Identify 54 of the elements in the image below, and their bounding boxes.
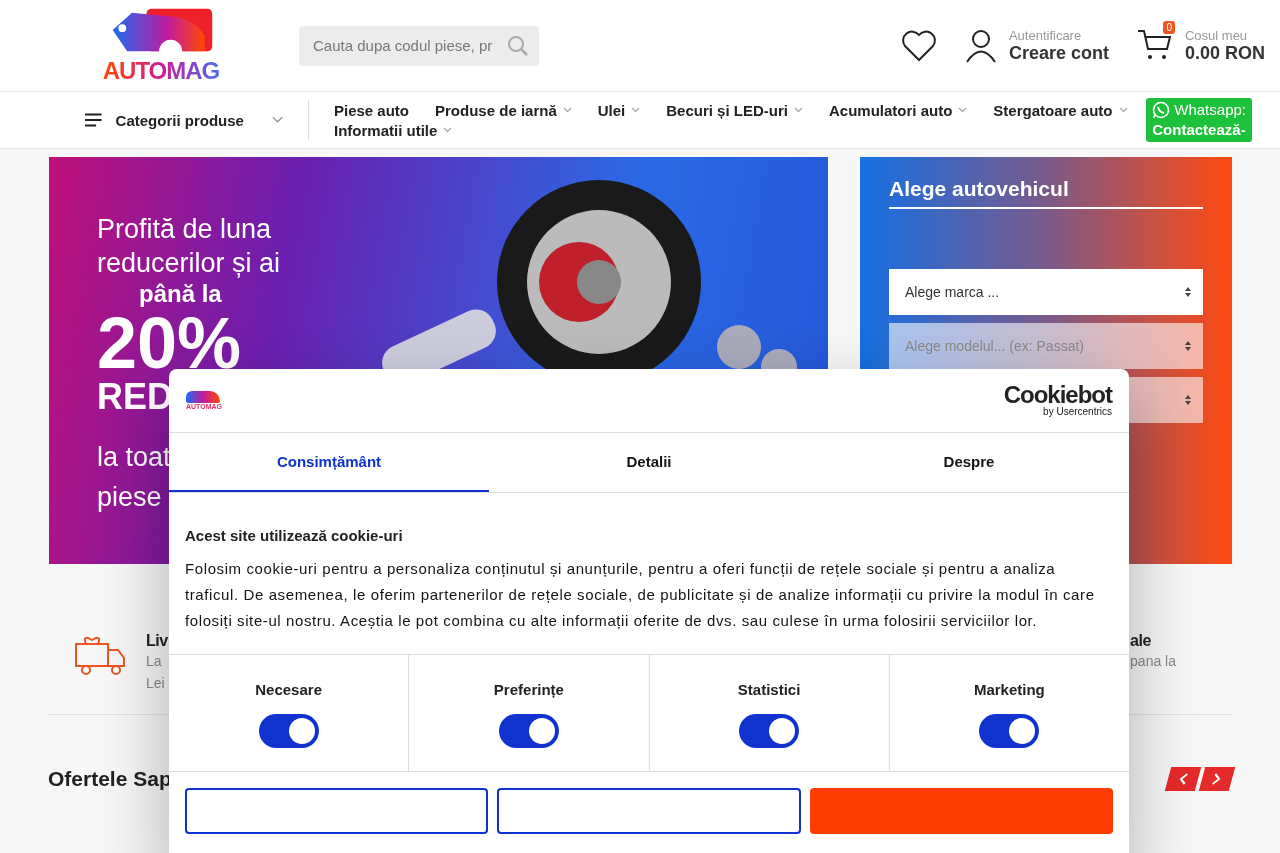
chevron-down-icon bbox=[271, 116, 283, 124]
dialog-tab[interactable]: Consimțământ bbox=[169, 433, 489, 492]
menu-icon bbox=[85, 113, 102, 127]
consent-button[interactable] bbox=[497, 788, 801, 834]
feature-title: ale bbox=[1130, 632, 1152, 650]
banner-text: RED bbox=[97, 378, 173, 416]
banner-text: piese bbox=[97, 481, 162, 514]
heart-icon[interactable] bbox=[900, 29, 937, 62]
banner-text: reducerilor și ai bbox=[97, 247, 281, 280]
sort-arrows-icon bbox=[1185, 395, 1191, 405]
next-button[interactable] bbox=[1198, 767, 1236, 791]
nav-link[interactable]: Piese auto bbox=[334, 101, 410, 119]
previous-button[interactable] bbox=[1164, 767, 1202, 791]
nav-link[interactable]: Informatii utile bbox=[334, 121, 453, 139]
feature-text: La bbox=[146, 652, 163, 671]
toggle-label: Marketing bbox=[973, 681, 1045, 698]
toggle-switch[interactable] bbox=[979, 714, 1040, 748]
nav-link[interactable]: Becuri și LED-uri bbox=[666, 101, 803, 119]
select-field[interactable]: Alege marca ... bbox=[889, 269, 1203, 315]
toggle-switch[interactable] bbox=[258, 714, 319, 748]
nav-link[interactable]: Produse de iarnă bbox=[435, 101, 572, 119]
banner-text: Profită de luna bbox=[97, 213, 272, 246]
search-field[interactable]: Cauta dupa codul piese, pr bbox=[299, 25, 539, 66]
toggle-label: Preferințe bbox=[493, 681, 564, 698]
toggle-label: Statistici bbox=[737, 681, 801, 698]
cart-count-badge: 0 bbox=[1163, 20, 1175, 34]
toggle-label: Necesare bbox=[255, 681, 322, 698]
whatsapp-icon bbox=[1152, 101, 1171, 119]
cart-total[interactable]: 0.00 RON bbox=[1184, 42, 1265, 64]
toggle-switch[interactable] bbox=[739, 714, 800, 748]
feature-text: Lei bbox=[146, 674, 166, 693]
cookiebot-logo: Cookiebot by Usercentrics bbox=[1003, 384, 1112, 417]
sort-arrows-icon bbox=[1185, 287, 1191, 297]
search-icon bbox=[507, 34, 529, 57]
consent-button[interactable] bbox=[185, 788, 489, 834]
vehicle-selector-title: Alege autovehicul bbox=[889, 177, 1203, 209]
banner-text: până la bbox=[138, 280, 222, 308]
cart-caption: Cosul meu bbox=[1184, 27, 1249, 43]
chevron-right-icon bbox=[1211, 773, 1223, 785]
feature-text: pana la bbox=[1130, 652, 1176, 671]
feature-title: Liv bbox=[146, 632, 168, 650]
nav-link[interactable]: Acumulatori auto bbox=[828, 101, 968, 119]
user-icon[interactable] bbox=[964, 28, 997, 63]
nav-link[interactable]: Stergatoare auto bbox=[993, 101, 1128, 119]
sort-arrows-icon bbox=[1185, 341, 1191, 351]
automag-logo[interactable]: AUTOMAG bbox=[93, 7, 229, 84]
cookie-heading: Acest site utilizează cookie-uri bbox=[185, 527, 404, 544]
categories-menu[interactable]: Categorii produse bbox=[85, 100, 309, 140]
banner-text: la toat bbox=[97, 441, 171, 474]
create-account-link[interactable]: Creare cont bbox=[1008, 42, 1109, 64]
chevron-left-icon bbox=[1177, 773, 1189, 785]
nav-link[interactable]: Ulei bbox=[597, 101, 641, 119]
toggle-switch[interactable] bbox=[498, 714, 559, 748]
discount-percent: 20% bbox=[97, 308, 242, 378]
